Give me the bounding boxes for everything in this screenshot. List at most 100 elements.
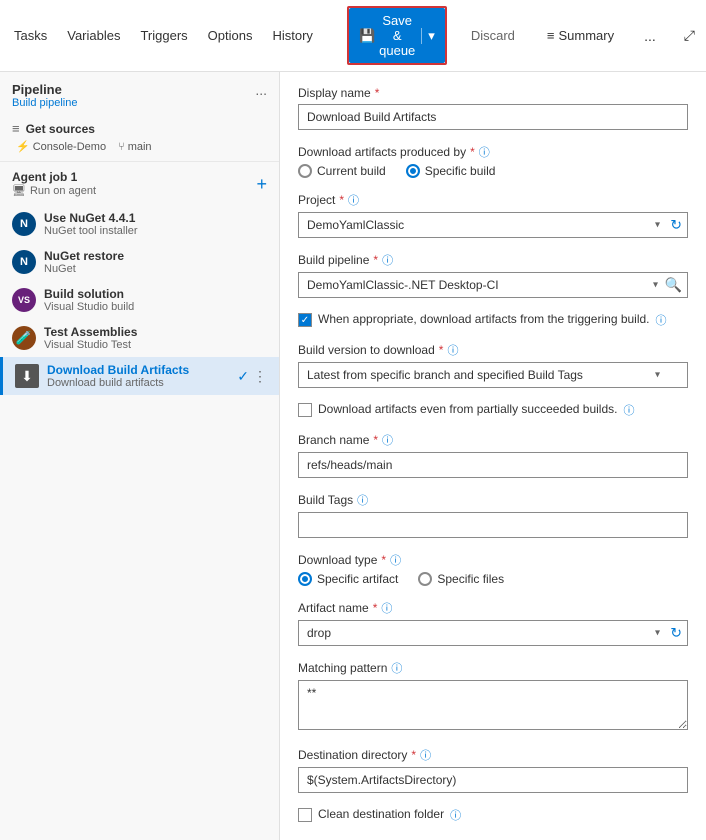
left-panel: ... Pipeline Build pipeline ≡ Get source… xyxy=(0,72,280,840)
clean-dest-info-icon[interactable]: ⓘ xyxy=(450,807,461,823)
build-pipeline-group: Build pipeline * ⓘ DemoYamlClassic-.NET … xyxy=(298,252,688,298)
matching-pattern-group: Matching pattern ⓘ ** xyxy=(298,660,688,733)
artifact-name-refresh-icon[interactable]: ↻ xyxy=(670,625,682,642)
right-panel: Display name * Download artifacts produc… xyxy=(280,72,706,840)
radio-specific-files[interactable]: Specific files xyxy=(418,572,504,586)
project-required: * xyxy=(339,193,344,207)
download-partial-checkbox[interactable] xyxy=(298,403,312,417)
radio-current-build[interactable]: Current build xyxy=(298,164,386,178)
save-queue-button[interactable]: 💾 Save & queue ▾ xyxy=(349,8,445,63)
matching-pattern-info-icon[interactable]: ⓘ xyxy=(391,660,402,676)
more-button[interactable]: ... xyxy=(638,23,662,49)
build-version-info-icon[interactable]: ⓘ xyxy=(447,342,458,358)
nuget-restore-icon: N xyxy=(12,250,36,274)
clean-dest-checkbox[interactable] xyxy=(298,808,312,822)
save-queue-chevron[interactable]: ▾ xyxy=(421,28,435,44)
get-sources-section[interactable]: ≡ Get sources ⚡ Console-Demo ⑂ main xyxy=(0,113,279,162)
radio-specific-files-btn[interactable] xyxy=(418,572,432,586)
build-pipeline-search-icon[interactable]: 🔍 xyxy=(665,277,682,294)
radio-specific-build-btn[interactable] xyxy=(406,164,420,178)
build-version-group: Build version to download * ⓘ Latest fro… xyxy=(298,342,688,388)
project-select[interactable]: DemoYamlClassic xyxy=(298,212,688,238)
main-layout: ... Pipeline Build pipeline ≡ Get source… xyxy=(0,72,706,840)
artifact-name-info-icon[interactable]: ⓘ xyxy=(381,600,392,616)
build-version-label: Build version to download * ⓘ xyxy=(298,342,688,358)
when-appropriate-checkbox[interactable]: ✓ xyxy=(298,313,312,327)
build-pipeline-required: * xyxy=(373,253,378,267)
radio-specific-files-label: Specific files xyxy=(437,572,504,586)
build-tags-label: Build Tags ⓘ xyxy=(298,492,688,508)
artifact-name-select[interactable]: drop xyxy=(298,620,688,646)
project-info-icon[interactable]: ⓘ xyxy=(348,192,359,208)
branch-name-input[interactable] xyxy=(298,452,688,478)
task-name-nuget-restore: NuGet restore xyxy=(44,249,267,263)
build-version-select[interactable]: Latest from specific branch and specifie… xyxy=(298,362,688,388)
clean-dest-label: Clean destination folder xyxy=(318,807,444,821)
radio-current-build-btn[interactable] xyxy=(298,164,312,178)
save-queue-wrapper: 💾 Save & queue ▾ xyxy=(347,6,447,65)
nav-tasks[interactable]: Tasks xyxy=(12,24,49,47)
branch-icon: ⑂ xyxy=(118,141,125,153)
top-navigation: Tasks Variables Triggers Options History… xyxy=(0,0,706,72)
task-item-download[interactable]: ⬇ Download Build Artifacts Download buil… xyxy=(0,357,279,395)
project-refresh-icon[interactable]: ↻ xyxy=(670,217,682,234)
matching-pattern-textarea[interactable]: ** xyxy=(298,680,688,730)
get-sources-label: Get sources xyxy=(26,122,95,136)
download-partial-info-icon[interactable]: ⓘ xyxy=(623,402,634,418)
nav-triggers[interactable]: Triggers xyxy=(138,24,189,47)
agent-job-title: Agent job 1 xyxy=(12,170,96,184)
task-sub-nuget-restore: NuGet xyxy=(44,263,267,275)
pipeline-more-button[interactable]: ... xyxy=(255,82,267,98)
build-pipeline-label: Build pipeline * ⓘ xyxy=(298,252,688,268)
download-type-radio-group: Specific artifact Specific files xyxy=(298,572,688,586)
clean-dest-checkbox-row[interactable]: Clean destination folder ⓘ xyxy=(298,807,688,823)
download-type-info-icon[interactable]: ⓘ xyxy=(390,552,401,568)
branch-name-required: * xyxy=(373,433,378,447)
summary-icon: ≡ xyxy=(547,28,555,43)
build-tags-info-icon[interactable]: ⓘ xyxy=(357,492,368,508)
download-artifacts-required: * xyxy=(470,145,475,159)
task-item-nuget-restore[interactable]: N NuGet restore NuGet xyxy=(0,243,279,281)
build-tags-input[interactable] xyxy=(298,512,688,538)
nav-history[interactable]: History xyxy=(270,24,314,47)
display-name-input[interactable] xyxy=(298,104,688,130)
destination-dir-input[interactable] xyxy=(298,767,688,793)
task-item-nuget[interactable]: N Use NuGet 4.4.1 NuGet tool installer xyxy=(0,205,279,243)
test-icon: 🧪 xyxy=(12,326,36,350)
save-queue-label: Save & queue xyxy=(379,13,415,58)
branch-name-info-icon[interactable]: ⓘ xyxy=(382,432,393,448)
discard-button[interactable]: Discard xyxy=(463,23,523,48)
vs-icon: VS xyxy=(12,288,36,312)
radio-specific-build[interactable]: Specific build xyxy=(406,164,496,178)
radio-specific-artifact-btn[interactable] xyxy=(298,572,312,586)
task-dots-button[interactable]: ⋮ xyxy=(253,368,267,385)
repo-name: Console-Demo xyxy=(33,141,106,153)
build-pipeline-info-icon[interactable]: ⓘ xyxy=(382,252,393,268)
radio-specific-build-label: Specific build xyxy=(425,164,496,178)
summary-button[interactable]: ≡ Summary xyxy=(539,23,622,48)
task-item-vs[interactable]: VS Build solution Visual Studio build xyxy=(0,281,279,319)
build-tags-group: Build Tags ⓘ xyxy=(298,492,688,538)
when-appropriate-info-icon[interactable]: ⓘ xyxy=(656,312,667,328)
nav-variables[interactable]: Variables xyxy=(65,24,122,47)
destination-dir-info-icon[interactable]: ⓘ xyxy=(420,747,431,763)
nav-options[interactable]: Options xyxy=(206,24,255,47)
artifact-name-select-wrapper: drop ▾ ↻ xyxy=(298,620,688,646)
when-appropriate-check-icon: ✓ xyxy=(301,315,309,326)
build-pipeline-select[interactable]: DemoYamlClassic-.NET Desktop-CI xyxy=(298,272,688,298)
expand-button[interactable]: ⤢ xyxy=(678,22,701,49)
when-appropriate-group: ✓ When appropriate, download artifacts f… xyxy=(298,312,688,328)
task-item-test[interactable]: 🧪 Test Assemblies Visual Studio Test xyxy=(0,319,279,357)
task-actions-download: ✓ ⋮ xyxy=(237,368,267,385)
task-name-download: Download Build Artifacts xyxy=(47,363,229,377)
download-type-group: Download type * ⓘ Specific artifact Spec… xyxy=(298,552,688,586)
pipeline-title: Pipeline xyxy=(12,82,267,97)
destination-dir-group: Destination directory * ⓘ xyxy=(298,747,688,793)
download-type-label: Download type * ⓘ xyxy=(298,552,688,568)
download-artifacts-info-icon[interactable]: ⓘ xyxy=(479,144,490,160)
radio-specific-artifact[interactable]: Specific artifact xyxy=(298,572,398,586)
when-appropriate-checkbox-row[interactable]: ✓ When appropriate, download artifacts f… xyxy=(298,312,688,328)
repo-icon: ⚡ xyxy=(16,140,30,153)
add-task-button[interactable]: + xyxy=(256,175,267,193)
download-partial-checkbox-row[interactable]: Download artifacts even from partially s… xyxy=(298,402,688,418)
